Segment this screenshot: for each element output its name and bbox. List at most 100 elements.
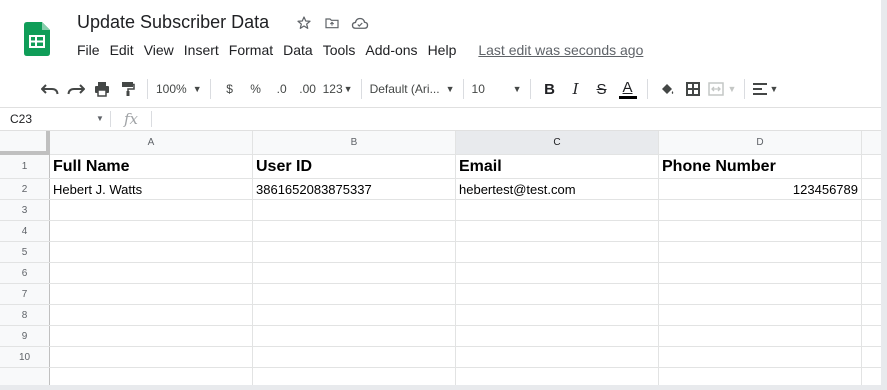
row-header[interactable]: 8 (0, 305, 50, 325)
cell-b10[interactable] (253, 347, 456, 367)
cell-b2[interactable]: 3861652083875337 (253, 179, 456, 199)
borders-icon[interactable] (682, 77, 704, 101)
currency-format-button[interactable]: $ (219, 77, 241, 101)
menu-format[interactable]: Format (224, 40, 278, 60)
sheets-logo-icon[interactable] (24, 22, 50, 56)
cell-d2[interactable]: 123456789 (659, 179, 862, 199)
decrease-decimal-button[interactable]: .0 (271, 77, 293, 101)
row-header[interactable]: 1 (0, 155, 50, 178)
menu-help[interactable]: Help (423, 40, 462, 60)
cell-c4[interactable] (456, 221, 659, 241)
row-header[interactable]: 10 (0, 347, 50, 367)
column-header-e[interactable] (862, 131, 881, 154)
more-formats-button[interactable]: 123 ▼ (323, 77, 353, 101)
percent-format-button[interactable]: % (245, 77, 267, 101)
row-header[interactable]: 3 (0, 200, 50, 220)
menu-tools[interactable]: Tools (318, 40, 361, 60)
cell-e9[interactable] (862, 326, 881, 346)
cell-c1[interactable]: Email (456, 155, 659, 178)
cell-e7[interactable] (862, 284, 881, 304)
cell-a8[interactable] (50, 305, 253, 325)
cell-a4[interactable] (50, 221, 253, 241)
cell-b8[interactable] (253, 305, 456, 325)
formula-input[interactable] (160, 108, 881, 130)
row-header[interactable]: 9 (0, 326, 50, 346)
fill-color-icon[interactable] (656, 77, 678, 101)
redo-button[interactable] (65, 77, 87, 101)
cell-b7[interactable] (253, 284, 456, 304)
menu-edit[interactable]: Edit (105, 40, 139, 60)
font-select[interactable]: Default (Ari... ▼ (370, 77, 455, 101)
cell-c7[interactable] (456, 284, 659, 304)
cell-a5[interactable] (50, 242, 253, 262)
cell-c11[interactable] (456, 368, 659, 385)
select-all-corner[interactable] (0, 131, 50, 155)
last-edit-link[interactable]: Last edit was seconds ago (478, 42, 643, 58)
cell-a6[interactable] (50, 263, 253, 283)
cell-c6[interactable] (456, 263, 659, 283)
cell-b3[interactable] (253, 200, 456, 220)
column-header-c[interactable]: C (456, 131, 659, 154)
italic-button[interactable]: I (565, 77, 587, 101)
paint-format-button[interactable] (117, 77, 139, 101)
cell-d7[interactable] (659, 284, 862, 304)
increase-decimal-button[interactable]: .00 (297, 77, 319, 101)
print-button[interactable] (91, 77, 113, 101)
menu-data[interactable]: Data (278, 40, 318, 60)
cell-e2[interactable] (862, 179, 881, 199)
horizontal-align-icon[interactable]: ▼ (753, 77, 778, 101)
cell-c5[interactable] (456, 242, 659, 262)
cell-b1[interactable]: User ID (253, 155, 456, 178)
cell-d1[interactable]: Phone Number (659, 155, 862, 178)
cell-e1[interactable] (862, 155, 881, 178)
cell-e10[interactable] (862, 347, 881, 367)
row-header[interactable]: 7 (0, 284, 50, 304)
cell-a10[interactable] (50, 347, 253, 367)
undo-button[interactable] (39, 77, 61, 101)
cell-b4[interactable] (253, 221, 456, 241)
text-color-button[interactable]: A (617, 77, 639, 101)
menu-insert[interactable]: Insert (179, 40, 224, 60)
cell-d3[interactable] (659, 200, 862, 220)
font-size-select[interactable]: 10 ▼ (472, 77, 522, 101)
cell-d9[interactable] (659, 326, 862, 346)
cell-a11[interactable] (50, 368, 253, 385)
strikethrough-button[interactable]: S (591, 77, 613, 101)
cell-d4[interactable] (659, 221, 862, 241)
star-icon[interactable] (295, 14, 313, 32)
cell-e11[interactable] (862, 368, 881, 385)
cell-c3[interactable] (456, 200, 659, 220)
cell-c10[interactable] (456, 347, 659, 367)
cell-d6[interactable] (659, 263, 862, 283)
column-header-b[interactable]: B (253, 131, 456, 154)
row-header[interactable]: 4 (0, 221, 50, 241)
cell-c2[interactable]: hebertest@test.com (456, 179, 659, 199)
menu-file[interactable]: File (72, 40, 105, 60)
cell-a2[interactable]: Hebert J. Watts (50, 179, 253, 199)
cell-c9[interactable] (456, 326, 659, 346)
cell-d10[interactable] (659, 347, 862, 367)
merge-cells-icon[interactable]: ▼ (707, 77, 736, 101)
cell-b9[interactable] (253, 326, 456, 346)
cell-e8[interactable] (862, 305, 881, 325)
cell-a9[interactable] (50, 326, 253, 346)
column-header-d[interactable]: D (659, 131, 862, 154)
row-header[interactable] (0, 368, 50, 385)
cell-e5[interactable] (862, 242, 881, 262)
cell-c8[interactable] (456, 305, 659, 325)
move-folder-icon[interactable] (323, 14, 341, 32)
row-header[interactable]: 6 (0, 263, 50, 283)
name-box[interactable]: C23 ▼ (0, 108, 110, 130)
cell-a3[interactable] (50, 200, 253, 220)
cell-d5[interactable] (659, 242, 862, 262)
cell-e4[interactable] (862, 221, 881, 241)
menu-add-ons[interactable]: Add-ons (360, 40, 422, 60)
document-title[interactable]: Update Subscriber Data (77, 12, 269, 33)
cell-e3[interactable] (862, 200, 881, 220)
row-header[interactable]: 5 (0, 242, 50, 262)
cell-a1[interactable]: Full Name (50, 155, 253, 178)
menu-view[interactable]: View (139, 40, 179, 60)
column-header-a[interactable]: A (50, 131, 253, 154)
cell-b6[interactable] (253, 263, 456, 283)
cell-d11[interactable] (659, 368, 862, 385)
